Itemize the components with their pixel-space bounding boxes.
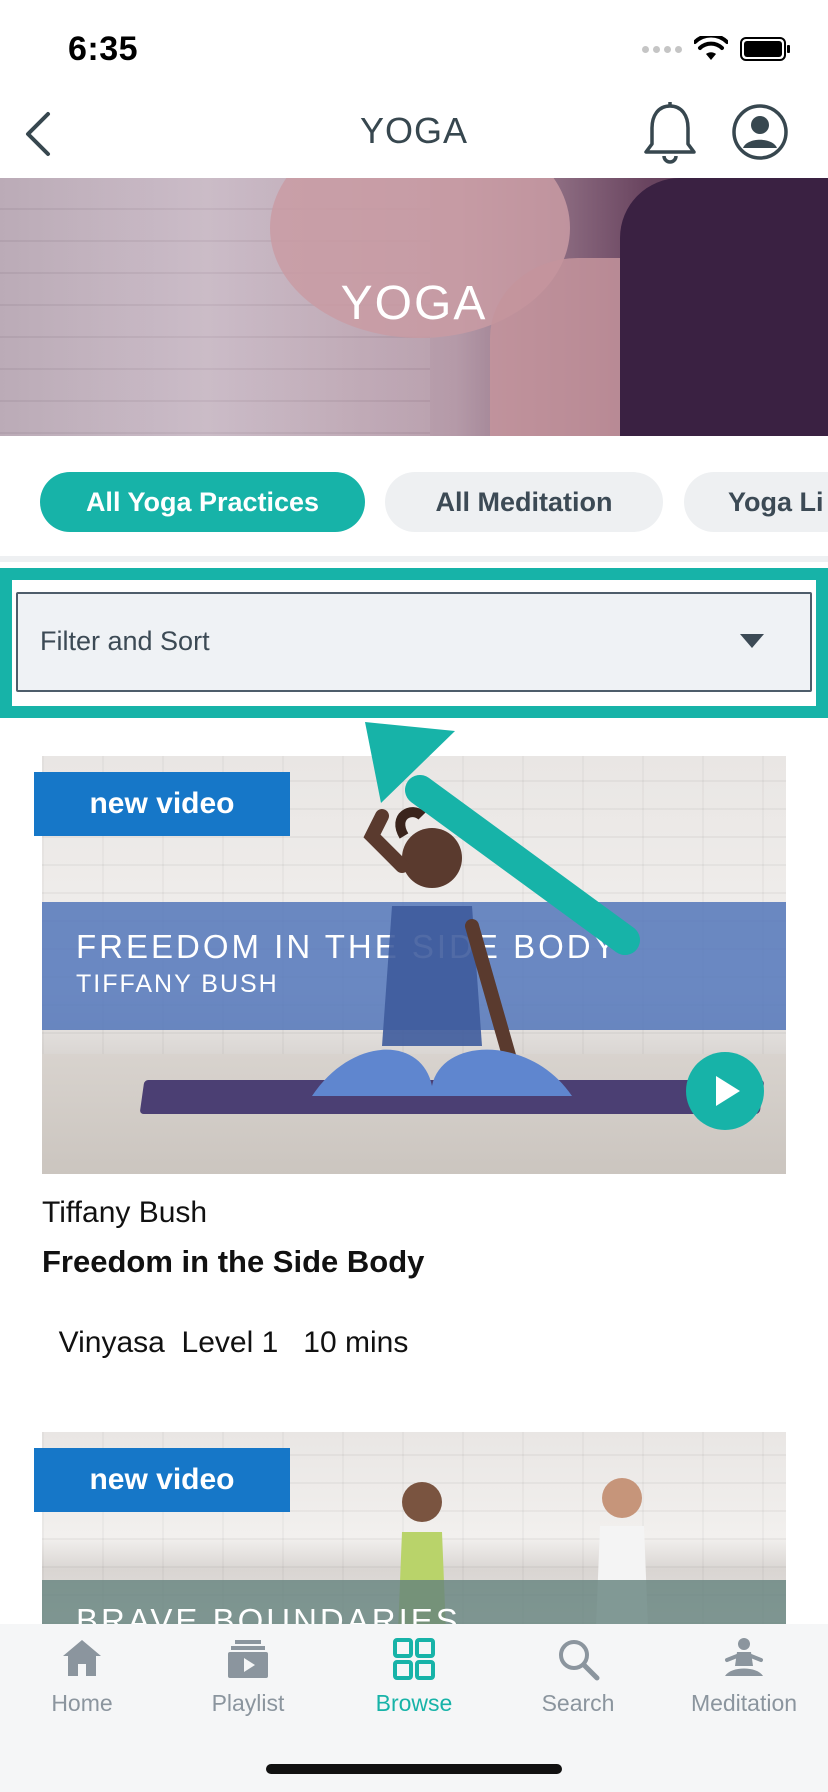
tab-meditation[interactable]: Meditation bbox=[674, 1636, 814, 1717]
status-time: 6:35 bbox=[68, 30, 139, 68]
profile-icon[interactable] bbox=[730, 102, 790, 162]
tab-playlist[interactable]: Playlist bbox=[178, 1636, 318, 1717]
card-title[interactable]: Freedom in the Side Body bbox=[42, 1244, 424, 1280]
new-video-badge-2: new video bbox=[34, 1448, 290, 1512]
category-tabs: All Yoga Practices All Meditation Yoga L… bbox=[0, 436, 828, 556]
meditation-icon bbox=[725, 1638, 763, 1676]
tab-browse-label: Browse bbox=[375, 1690, 453, 1716]
wifi-icon bbox=[694, 36, 728, 60]
page-title: YOGA bbox=[359, 110, 469, 151]
tab-meditation-label: Meditation bbox=[690, 1690, 798, 1716]
nav-bar: YOGA bbox=[0, 96, 828, 178]
home-indicator bbox=[266, 1764, 562, 1774]
bell-icon[interactable] bbox=[640, 100, 700, 166]
signal-icon bbox=[642, 45, 682, 53]
tab-all-yoga-practices[interactable]: All Yoga Practices bbox=[40, 472, 365, 532]
new-video-badge: new video bbox=[34, 772, 290, 836]
card-style: Vinyasa bbox=[58, 1326, 165, 1359]
tab-playlist-label: Playlist bbox=[211, 1690, 285, 1716]
hero-banner: YOGA bbox=[0, 178, 828, 436]
tab-browse[interactable]: Browse bbox=[344, 1636, 484, 1717]
card-instructor: Tiffany Bush bbox=[42, 1196, 208, 1229]
filter-sort-dropdown[interactable]: Filter and Sort bbox=[16, 592, 812, 692]
search-icon bbox=[559, 1640, 600, 1681]
chevron-down-icon bbox=[740, 634, 764, 648]
tab-yoga-lifestyle[interactable]: Yoga Li bbox=[684, 472, 828, 532]
tab-search[interactable]: Search bbox=[508, 1636, 648, 1717]
instructor-figure bbox=[312, 807, 572, 1096]
divider bbox=[0, 556, 828, 562]
tab-home-label: Home bbox=[51, 1690, 113, 1716]
video-banner-2: BRAVE BOUNDARIES bbox=[42, 1580, 786, 1624]
tab-search-label: Search bbox=[541, 1690, 615, 1716]
banner-title-2: BRAVE BOUNDARIES bbox=[76, 1602, 461, 1624]
play-button[interactable] bbox=[686, 1052, 764, 1130]
home-icon bbox=[63, 1640, 101, 1676]
tab-home[interactable]: Home bbox=[12, 1636, 152, 1717]
status-icons bbox=[642, 36, 792, 62]
banner-subtitle: TIFFANY BUSH bbox=[76, 970, 279, 998]
card-duration: 10 mins bbox=[303, 1326, 409, 1359]
tag-spacer bbox=[278, 1326, 303, 1359]
grid-icon bbox=[393, 1638, 435, 1680]
back-button[interactable] bbox=[20, 104, 60, 164]
status-bar: 6:35 bbox=[0, 0, 828, 96]
battery-icon bbox=[740, 37, 790, 61]
card-tags: Vinyasa Level 1 10 mins bbox=[42, 1292, 409, 1360]
tab-all-meditation[interactable]: All Meditation bbox=[385, 472, 663, 532]
card-level: Level 1 bbox=[181, 1326, 279, 1359]
filter-sort-label: Filter and Sort bbox=[40, 626, 210, 656]
playlist-icon bbox=[228, 1640, 268, 1678]
hero-title: YOGA bbox=[340, 277, 488, 330]
tag-spacer bbox=[165, 1326, 182, 1359]
